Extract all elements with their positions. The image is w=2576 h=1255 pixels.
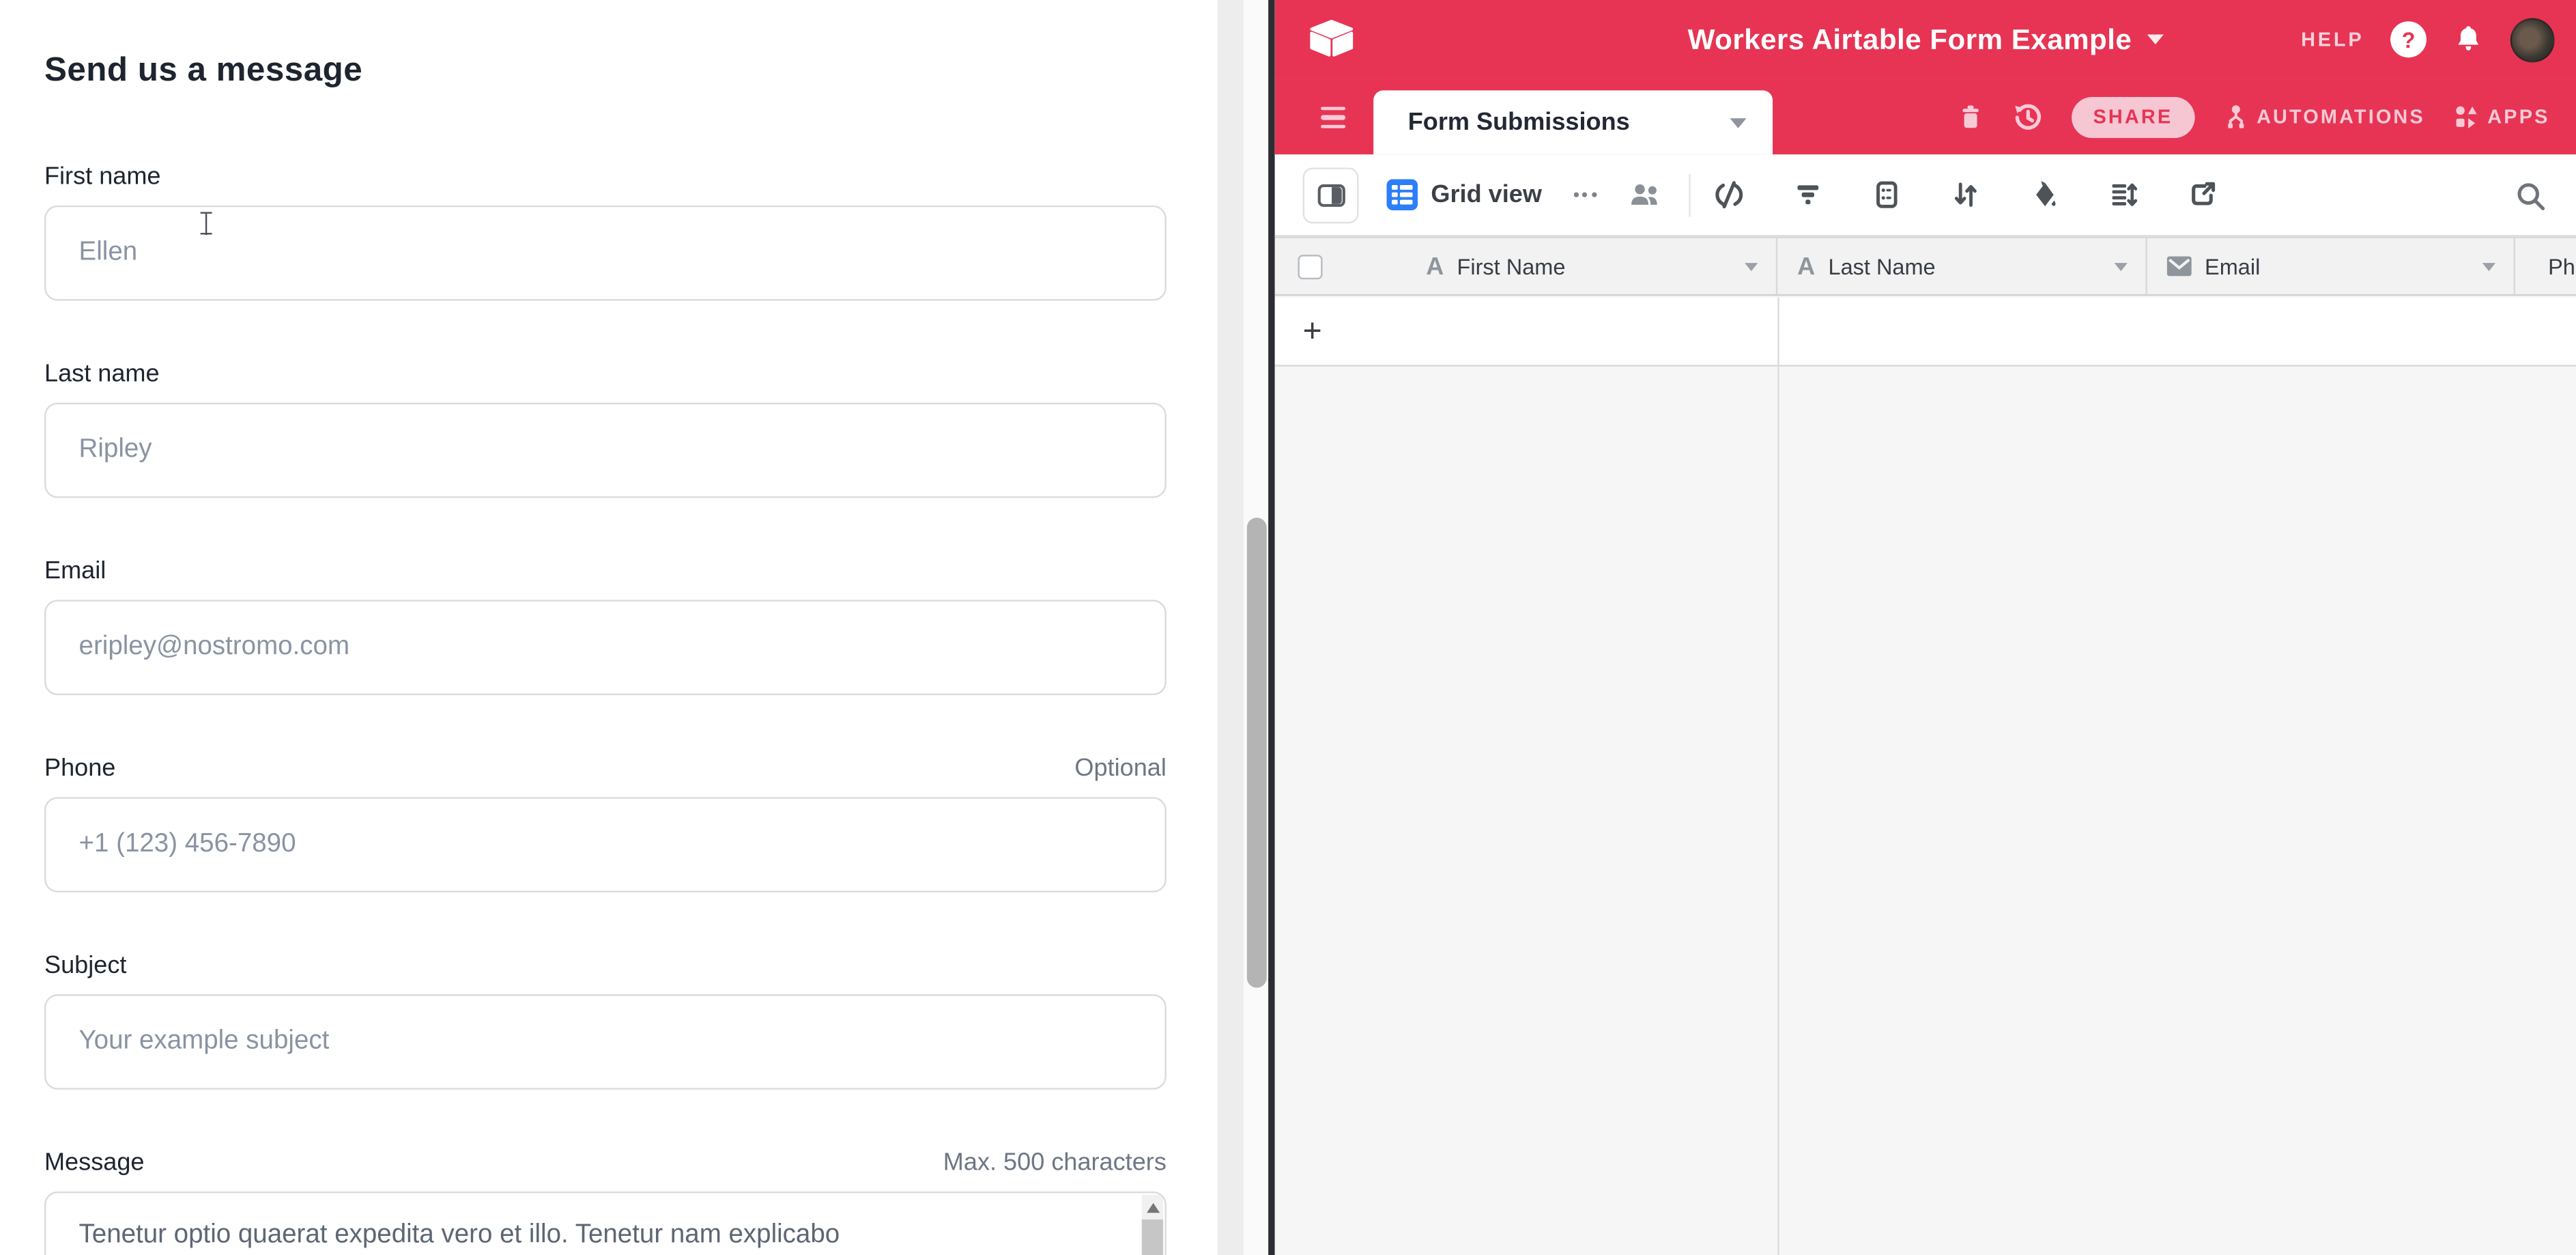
phone-field: Phone Optional (44, 755, 1167, 892)
message-scrollbar-thumb[interactable] (1142, 1219, 1163, 1255)
trash-icon[interactable] (1957, 102, 1985, 131)
subject-label: Subject (44, 952, 126, 980)
filter-icon[interactable] (1794, 181, 1822, 209)
page-scrollbar-thumb[interactable] (1246, 518, 1266, 987)
column-menu-caret-icon[interactable] (2115, 263, 2128, 271)
add-row[interactable]: + (1275, 298, 2576, 367)
phone-optional-hint: Optional (1074, 755, 1166, 782)
share-view-icon[interactable] (2188, 181, 2216, 209)
add-row-plus-icon[interactable]: + (1303, 315, 1322, 348)
hide-fields-icon[interactable] (1715, 181, 1743, 209)
group-icon[interactable] (1873, 181, 1901, 209)
help-button[interactable]: HELP (2301, 28, 2364, 51)
column-header-phone[interactable]: Phone (2515, 238, 2576, 294)
collaborators-icon[interactable] (1628, 181, 1663, 209)
form-title: Send us a message (44, 51, 1167, 91)
first-name-field: First name (44, 163, 1167, 300)
contact-form-pane: Send us a message First name Last name (0, 0, 1218, 1255)
last-name-input[interactable] (44, 403, 1167, 498)
single-line-text-icon: A (1426, 252, 1444, 280)
subject-input[interactable] (44, 994, 1167, 1090)
automations-icon (2222, 104, 2249, 130)
automations-button[interactable]: AUTOMATIONS (2222, 104, 2425, 130)
scroll-up-icon[interactable] (1146, 1203, 1159, 1213)
page-scrollbar[interactable] (1244, 0, 1268, 1255)
airtable-pane: Workers Airtable Form Example HELP ? For… (1275, 0, 2576, 1255)
email-field: Email (44, 557, 1167, 695)
message-label: Message (44, 1148, 145, 1176)
sidebar-toggle-icon (1317, 183, 1345, 206)
column-menu-caret-icon[interactable] (2482, 263, 2495, 271)
phone-label: Phone (44, 755, 115, 782)
column-menu-caret-icon[interactable] (1745, 263, 1758, 271)
message-scrollbar[interactable] (1142, 1195, 1163, 1255)
contact-form: Send us a message First name Last name (44, 51, 1167, 1255)
column-header-email[interactable]: Email (2147, 238, 2515, 294)
color-icon[interactable] (2031, 181, 2059, 209)
column-grid-line (1777, 298, 1779, 1255)
apps-icon (2453, 104, 2480, 130)
email-label: Email (44, 557, 106, 585)
grid-view-icon[interactable] (1386, 179, 1418, 210)
single-line-text-icon: A (1797, 252, 1815, 280)
share-button[interactable]: SHARE (2072, 96, 2194, 137)
view-options-icon[interactable] (1573, 192, 1597, 197)
message-max-hint: Max. 500 characters (943, 1148, 1167, 1176)
page-gutter (1218, 0, 1244, 1255)
view-toolbar: Grid view (1275, 154, 2576, 236)
first-name-label: First name (44, 163, 161, 191)
airtable-tabbar: Form Submissions SHARE (1275, 79, 2576, 155)
base-title[interactable]: Workers Airtable Form Example (1688, 22, 2132, 57)
email-input[interactable] (44, 600, 1167, 696)
apps-button[interactable]: APPS (2453, 104, 2550, 130)
view-name[interactable]: Grid view (1431, 181, 1542, 209)
history-icon[interactable] (2013, 101, 2044, 132)
notifications-bell-icon[interactable] (2453, 23, 2485, 56)
select-all-checkbox[interactable] (1298, 254, 1322, 279)
phone-input[interactable] (44, 797, 1167, 892)
tab-form-submissions[interactable]: Form Submissions (1373, 90, 1773, 154)
grid-empty-canvas (1275, 368, 2576, 1255)
message-textarea[interactable]: Tenetur optio quaerat expedita vero et i… (44, 1191, 1167, 1255)
grid-header-row: A First Name A Last Name Email (1275, 237, 2576, 296)
sort-icon[interactable] (1952, 181, 1980, 209)
message-field: Message Max. 500 characters Tenetur opti… (44, 1148, 1167, 1255)
column-header-last-name[interactable]: A Last Name (1777, 238, 2147, 294)
airtable-topbar: Workers Airtable Form Example HELP ? (1275, 0, 2576, 79)
subject-field: Subject (44, 952, 1167, 1090)
view-sidebar-toggle-button[interactable] (1303, 167, 1359, 223)
toolbar-divider (1689, 173, 1691, 216)
last-name-field: Last name (44, 360, 1167, 498)
table-list-menu-icon[interactable] (1321, 106, 1345, 128)
column-header-first-name[interactable]: A First Name (1275, 238, 1778, 294)
email-type-icon (2167, 256, 2192, 276)
user-avatar[interactable] (2510, 17, 2555, 61)
help-circle-icon[interactable]: ? (2390, 21, 2427, 57)
last-name-label: Last name (44, 360, 160, 388)
window-divider (1268, 0, 1275, 1255)
tab-caret-icon[interactable] (1730, 117, 1746, 127)
first-name-input[interactable] (44, 206, 1167, 301)
row-height-icon[interactable] (2110, 181, 2138, 209)
message-text: Tenetur optio quaerat expedita vero et i… (79, 1221, 1106, 1250)
search-icon (2515, 180, 2547, 212)
search-button[interactable] (2515, 154, 2547, 236)
base-title-caret-icon[interactable] (2147, 35, 2163, 44)
screen: Send us a message First name Last name (0, 0, 2576, 1255)
